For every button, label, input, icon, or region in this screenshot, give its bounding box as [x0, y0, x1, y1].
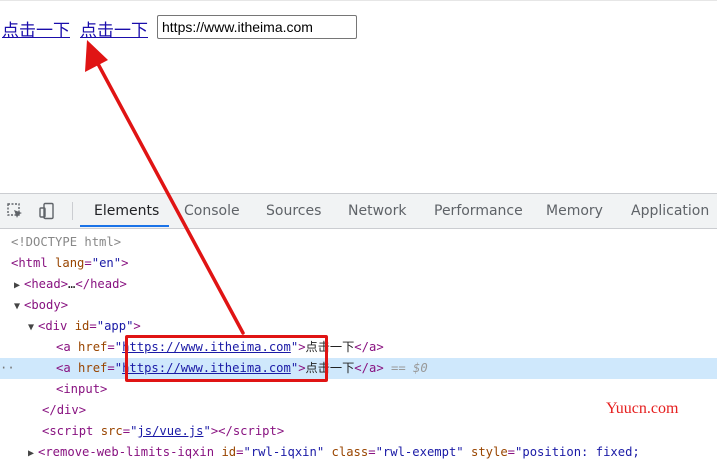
- dom-line-body[interactable]: ▼ <body>: [0, 295, 717, 316]
- tab-sources[interactable]: Sources: [266, 194, 321, 228]
- selected-node-marker: == $0: [391, 361, 428, 375]
- doctype-text: <!DOCTYPE html>: [11, 235, 122, 249]
- a-tag: a: [63, 340, 71, 354]
- dom-line-div[interactable]: ▼ <div id="app">: [0, 316, 717, 337]
- head-tag: head: [31, 277, 61, 291]
- page-link-1[interactable]: 点击一下: [2, 16, 70, 41]
- head-close-tag: head: [90, 277, 120, 291]
- input-tag: input: [63, 382, 101, 396]
- annotation-highlight-box: [125, 335, 328, 382]
- rwl-style-value: "position: fixed;: [515, 445, 640, 459]
- dom-line-doctype[interactable]: <!DOCTYPE html>: [0, 232, 717, 253]
- collapse-triangle-icon[interactable]: ▼: [28, 317, 38, 338]
- rwl-id-value: "rwl-iqxin": [243, 445, 325, 459]
- more-options-icon[interactable]: ··: [0, 358, 15, 379]
- dom-line-input[interactable]: <input>: [0, 379, 717, 400]
- div-close-tag: div: [56, 403, 79, 417]
- collapse-triangle-icon[interactable]: ▼: [14, 296, 24, 317]
- dom-line-rwl[interactable]: ▶ <remove-web-limits-iqxin id="rwl-iqxin"…: [0, 442, 717, 463]
- rwl-tag: remove-web-limits-iqxin: [45, 445, 215, 459]
- dom-line-head[interactable]: ▶ <head>…</head>: [0, 274, 717, 295]
- expand-triangle-icon[interactable]: ▶: [28, 443, 38, 464]
- dom-line-anchor-2-selected[interactable]: ·· <a href="https://www.itheima.com">点击一下…: [0, 358, 717, 379]
- a-tag: a: [63, 361, 71, 375]
- id-attr: id: [74, 319, 90, 333]
- devtools-tabbar: Elements Console Sources Network Perform…: [0, 194, 717, 229]
- watermark: Yuucn.com: [606, 400, 679, 417]
- page-url-input[interactable]: [157, 15, 357, 39]
- lang-value: "en": [91, 256, 122, 270]
- rwl-class-value: "rwl-exempt": [375, 445, 464, 459]
- tab-application[interactable]: Application: [631, 194, 709, 228]
- tab-memory[interactable]: Memory: [546, 194, 603, 228]
- div-tag: div: [45, 319, 68, 333]
- dom-line-html[interactable]: <html lang="en">: [0, 253, 717, 274]
- href-attr: href: [78, 340, 108, 354]
- html-tag: html: [18, 256, 48, 270]
- href-attr: href: [78, 361, 108, 375]
- tab-console[interactable]: Console: [184, 194, 240, 228]
- devtools-panel: Elements Console Sources Network Perform…: [0, 193, 717, 464]
- toolbar-separator: [72, 202, 73, 220]
- tab-network[interactable]: Network: [348, 194, 406, 228]
- dom-line-anchor-1[interactable]: <a href="https://www.itheima.com">点击一下</…: [0, 337, 717, 358]
- dom-line-script[interactable]: <script src="js/vue.js"></script>: [0, 421, 717, 442]
- script-close-tag: script: [232, 424, 277, 438]
- rendered-page: 点击一下 点击一下: [0, 5, 717, 193]
- body-tag: body: [31, 298, 61, 312]
- dom-tree: <!DOCTYPE html> <html lang="en"> ▶ <head>…: [0, 229, 717, 464]
- device-toolbar-icon[interactable]: [38, 202, 56, 220]
- inspect-element-icon[interactable]: [6, 202, 24, 220]
- src-attr: src: [100, 424, 123, 438]
- tab-performance[interactable]: Performance: [434, 194, 523, 228]
- style-attr: style: [470, 445, 508, 459]
- expand-triangle-icon[interactable]: ▶: [14, 275, 24, 296]
- active-tab-indicator: [80, 225, 169, 227]
- id-value: "app": [96, 319, 134, 333]
- src-link[interactable]: js/vue.js: [137, 424, 203, 438]
- page-link-2[interactable]: 点击一下: [80, 16, 148, 41]
- id-attr: id: [221, 445, 237, 459]
- lang-attr: lang: [55, 256, 85, 270]
- script-tag: script: [49, 424, 94, 438]
- class-attr: class: [331, 445, 369, 459]
- tab-elements[interactable]: Elements: [94, 194, 159, 228]
